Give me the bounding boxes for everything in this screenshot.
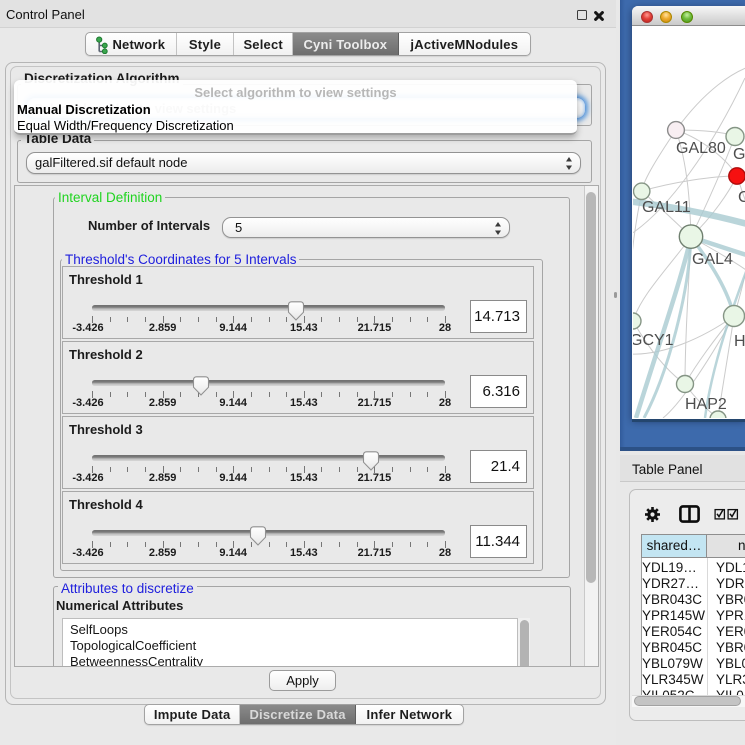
svg-text:H: H xyxy=(734,333,745,350)
svg-text:GCY1: GCY1 xyxy=(633,332,674,349)
svg-text:GAL80: GAL80 xyxy=(676,140,726,157)
svg-text:CY: CY xyxy=(738,189,745,206)
svg-text:GAL4: GAL4 xyxy=(692,251,733,268)
svg-text:GAL11: GAL11 xyxy=(642,199,691,216)
svg-text:HAP2: HAP2 xyxy=(685,396,727,413)
svg-text:GAL: GAL xyxy=(733,146,745,163)
